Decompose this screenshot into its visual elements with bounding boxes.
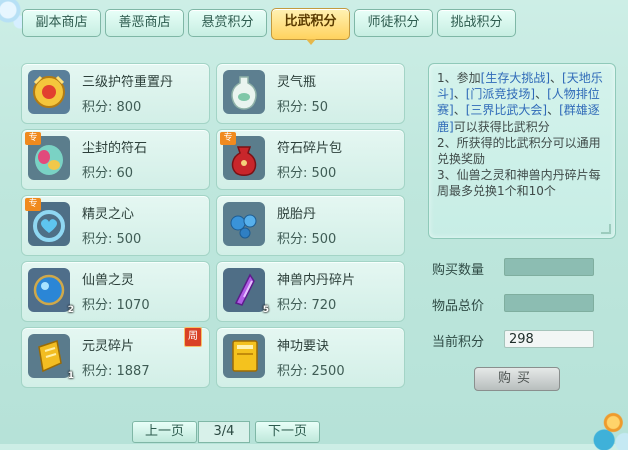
tab-karma-shop[interactable]: 善恶商店: [105, 9, 184, 37]
exclusive-badge: 专: [220, 132, 236, 145]
separator: 、: [547, 103, 560, 118]
tab-challenge-points[interactable]: 挑战积分: [437, 9, 516, 37]
quantity-label: 购买数量: [432, 263, 485, 278]
spirit-heart-icon: 专: [25, 198, 71, 247]
quantity-input[interactable]: [504, 258, 594, 276]
item-price: 积分: 2500: [277, 364, 345, 379]
item-price: 积分: 60: [82, 166, 134, 181]
current-points-label: 当前积分: [432, 335, 485, 350]
shop-item[interactable]: 灵气瓶 积分: 50: [216, 63, 405, 124]
exclusive-badge: 专: [25, 198, 41, 211]
golden-book-icon: [222, 333, 266, 379]
shop-item[interactable]: 2 仙兽之灵 积分: 1070: [21, 261, 210, 322]
item-count: 5: [262, 305, 269, 315]
rune-pouch-icon: 专: [220, 132, 266, 181]
jade-vase-icon: [222, 69, 266, 115]
rules-line-2: 2、所获得的比武积分可以通用兑换奖励: [437, 135, 601, 167]
rules-text: 1、参加[生存大挑战]、[天地乐斗]、[门派竞技场]、[人物排位赛]、[三界比武…: [437, 70, 609, 200]
item-name: 尘封的符石: [82, 141, 148, 156]
shop-item[interactable]: 三级护符重置丹 积分: 800: [21, 63, 210, 124]
purple-crystal-icon: 5: [222, 267, 269, 315]
separator: 、: [550, 71, 563, 85]
item-name: 脱胎丹: [277, 207, 317, 222]
item-count: 1: [67, 371, 74, 381]
item-price: 积分: 500: [82, 232, 142, 247]
tab-arena-points[interactable]: 比武积分: [271, 8, 350, 45]
weekly-limit-badge: 周: [184, 327, 202, 347]
shop-item[interactable]: 脱胎丹 积分: 500: [216, 195, 405, 256]
exclusive-badge: 专: [25, 132, 41, 145]
item-count: 2: [67, 305, 74, 315]
rune-stone-icon: 专: [25, 132, 71, 181]
item-price: 积分: 720: [277, 298, 337, 313]
page-indicator: 3/4: [198, 421, 250, 443]
item-name: 精灵之心: [82, 207, 135, 222]
shop-item[interactable]: 5 神兽内丹碎片 积分: 720: [216, 261, 405, 322]
item-name: 符石碎片包: [277, 141, 343, 156]
item-name: 神功要诀: [277, 339, 330, 354]
shop-item[interactable]: 专 精灵之心 积分: 500: [21, 195, 210, 256]
item-price: 积分: 500: [277, 166, 337, 181]
total-price-field: [504, 294, 594, 312]
tab-mentor-points[interactable]: 师徒积分: [354, 9, 433, 37]
separator: 、: [535, 87, 548, 102]
item-price: 积分: 800: [82, 100, 142, 115]
shop-item[interactable]: 神功要诀 积分: 2500: [216, 327, 405, 388]
gold-fragment-icon: 1: [27, 333, 74, 381]
rules-info-panel: 1、参加[生存大挑战]、[天地乐斗]、[门派竞技场]、[人物排位赛]、[三界比武…: [428, 63, 616, 239]
item-name: 元灵碎片: [82, 339, 135, 354]
tab-dungeon-shop[interactable]: 副本商店: [22, 9, 101, 37]
decor-lantern-bottom-right: [588, 400, 628, 450]
beast-orb-icon: 2: [27, 267, 74, 315]
rules-line-1-prefix: 1、参加: [437, 71, 481, 85]
shop-item[interactable]: 专 尘封的符石 积分: 60: [21, 129, 210, 190]
rules-line-3: 3、仙兽之灵和神兽内丹碎片每周最多兑换1个和10个: [437, 168, 601, 199]
item-name: 三级护符重置丹: [82, 75, 174, 90]
link-sect-arena[interactable]: [门派竞技场]: [466, 87, 535, 101]
item-name: 仙兽之灵: [82, 273, 135, 288]
prev-page-button[interactable]: 上一页: [132, 421, 197, 443]
item-price: 积分: 1887: [82, 364, 150, 379]
next-page-button[interactable]: 下一页: [255, 421, 320, 443]
shop-item[interactable]: 1 元灵碎片 积分: 1887 周: [21, 327, 210, 388]
shop-item[interactable]: 专 符石碎片包 积分: 500: [216, 129, 405, 190]
current-points-value: 298: [504, 330, 594, 348]
link-survival-challenge[interactable]: [生存大挑战]: [481, 71, 550, 85]
item-name: 神兽内丹碎片: [277, 273, 356, 288]
separator: 、: [453, 103, 466, 118]
buy-button[interactable]: 购买: [474, 367, 560, 391]
item-price: 积分: 1070: [82, 298, 150, 313]
tab-bounty-points[interactable]: 悬赏积分: [188, 9, 267, 37]
item-name: 灵气瓶: [277, 75, 317, 90]
separator: 、: [453, 87, 466, 102]
item-price: 积分: 500: [277, 232, 337, 247]
resize-grip-icon: [601, 224, 611, 234]
golden-amulet-icon: [27, 69, 71, 115]
total-price-label: 物品总价: [432, 299, 485, 314]
blue-pills-icon: [222, 201, 266, 247]
link-three-realms-tournament[interactable]: [三界比武大会]: [466, 103, 547, 117]
rules-line-1-suffix: 可以获得比武积分: [453, 119, 550, 134]
item-price: 积分: 50: [277, 100, 329, 115]
